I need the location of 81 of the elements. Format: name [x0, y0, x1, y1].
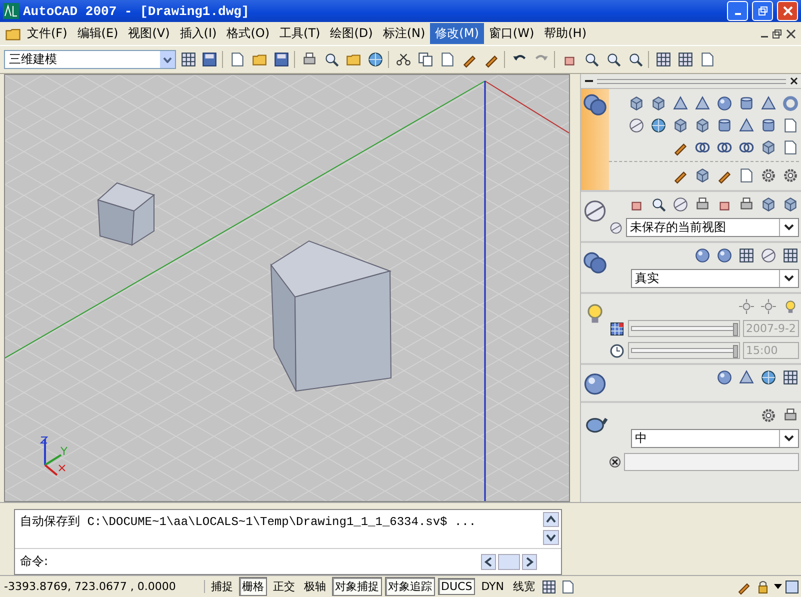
- minimize-button[interactable]: [727, 1, 748, 21]
- cut-icon[interactable]: [395, 51, 412, 68]
- cylinder-icon[interactable]: [738, 95, 755, 112]
- box-icon[interactable]: [650, 95, 667, 112]
- globe-icon[interactable]: [760, 369, 777, 386]
- close-icon[interactable]: [785, 28, 797, 40]
- status-toggle[interactable]: 极轴: [301, 577, 329, 596]
- command-prompt[interactable]: 命令:: [20, 553, 481, 570]
- copy-icon[interactable]: [417, 51, 434, 68]
- scroll-left-icon[interactable]: [481, 554, 496, 570]
- menu-item[interactable]: 插入(I): [174, 23, 222, 44]
- caret-icon[interactable]: [784, 435, 794, 442]
- small-cube: [97, 182, 156, 246]
- zoom-icon[interactable]: [583, 51, 600, 68]
- slider-thumb[interactable]: [733, 345, 738, 358]
- status-toggle[interactable]: 栅格: [239, 577, 267, 596]
- window-title: AutoCAD 2007 - [Drawing1.dwg]: [23, 4, 250, 18]
- menu-item[interactable]: 标注(N): [378, 23, 430, 44]
- time-slider[interactable]: [628, 342, 740, 359]
- caret-icon[interactable]: [784, 224, 794, 231]
- visual-style-dropdown[interactable]: 真实: [631, 269, 799, 288]
- workspace-save-icon[interactable]: [201, 51, 218, 68]
- box-icon[interactable]: [694, 167, 711, 184]
- scroll-down-icon[interactable]: [543, 530, 559, 545]
- layout-icon[interactable]: [560, 578, 576, 594]
- menu-item[interactable]: 工具(T): [274, 23, 326, 44]
- calendar-icon[interactable]: [609, 320, 625, 336]
- status-toggle[interactable]: 对象追踪: [385, 577, 435, 596]
- coordinates-readout: -3393.8769, 723.0677 , 0.0000: [2, 580, 205, 593]
- scroll-right-icon[interactable]: [522, 554, 537, 570]
- sphere-icon[interactable]: [716, 369, 733, 386]
- preview-icon[interactable]: [323, 51, 340, 68]
- ucs-axis-icon: [40, 436, 68, 476]
- slider-thumb[interactable]: [733, 323, 738, 336]
- globe-icon[interactable]: [367, 51, 384, 68]
- status-toggle[interactable]: DUCS: [438, 578, 476, 595]
- menu-item[interactable]: 编辑(E): [72, 23, 124, 44]
- status-toggle[interactable]: 对象捕捉: [332, 577, 382, 596]
- caret-icon[interactable]: [774, 584, 782, 590]
- close-icon[interactable]: [609, 456, 621, 468]
- clock-icon[interactable]: [609, 342, 625, 358]
- workspace-dropdown[interactable]: 三维建模: [4, 50, 176, 69]
- torus-icon[interactable]: [782, 95, 799, 112]
- zoom-icon[interactable]: [650, 196, 667, 213]
- caret-icon[interactable]: [784, 275, 794, 282]
- sphere-icon[interactable]: [716, 95, 733, 112]
- status-toggle[interactable]: 正交: [270, 577, 298, 596]
- orbit-icon[interactable]: [672, 196, 689, 213]
- restore-button[interactable]: [752, 1, 773, 21]
- menu-item[interactable]: 修改(M): [430, 23, 484, 44]
- materials-icon[interactable]: [582, 371, 608, 397]
- menu-item[interactable]: 绘图(D): [325, 23, 378, 44]
- minimize-icon: [734, 13, 740, 15]
- view-dropdown[interactable]: 未保存的当前视图: [626, 218, 799, 237]
- close-icon: [782, 6, 792, 16]
- status-toggle[interactable]: 捕捉: [208, 577, 236, 596]
- cone-icon[interactable]: [694, 95, 711, 112]
- status-toggle[interactable]: 线宽: [510, 577, 538, 596]
- scroll-up-icon[interactable]: [543, 512, 559, 527]
- app-logo-icon: [3, 3, 19, 19]
- menu-item[interactable]: 帮助(H): [539, 23, 592, 44]
- sun-icon[interactable]: [760, 298, 777, 315]
- menu-item[interactable]: 文件(F): [22, 23, 72, 44]
- menu-item[interactable]: 格式(O): [222, 23, 275, 44]
- close-button[interactable]: [777, 1, 798, 21]
- date-slider[interactable]: [628, 320, 740, 337]
- new-file-icon[interactable]: [229, 51, 246, 68]
- menu-item[interactable]: 窗口(W): [484, 23, 540, 44]
- command-history-text: 自动保存到 C:\DOCUME~1\aa\LOCALS~1\Temp\Drawing1_1_1_6334.sv$ ...: [19, 514, 478, 531]
- menu-item[interactable]: 视图(V): [123, 23, 175, 44]
- status-toggle[interactable]: DYN: [478, 578, 508, 595]
- collapse-icon[interactable]: [585, 77, 593, 85]
- close-icon[interactable]: [790, 77, 798, 85]
- save-icon[interactable]: [273, 51, 290, 68]
- box-icon[interactable]: [628, 95, 645, 112]
- restore-icon: [758, 6, 768, 16]
- clean-screen-icon[interactable]: [785, 580, 799, 594]
- model-icon[interactable]: [541, 578, 558, 594]
- sun-icon[interactable]: [738, 298, 755, 315]
- render-quality-dropdown[interactable]: 中: [631, 429, 799, 448]
- scroll-thumb-icon[interactable]: [498, 554, 520, 570]
